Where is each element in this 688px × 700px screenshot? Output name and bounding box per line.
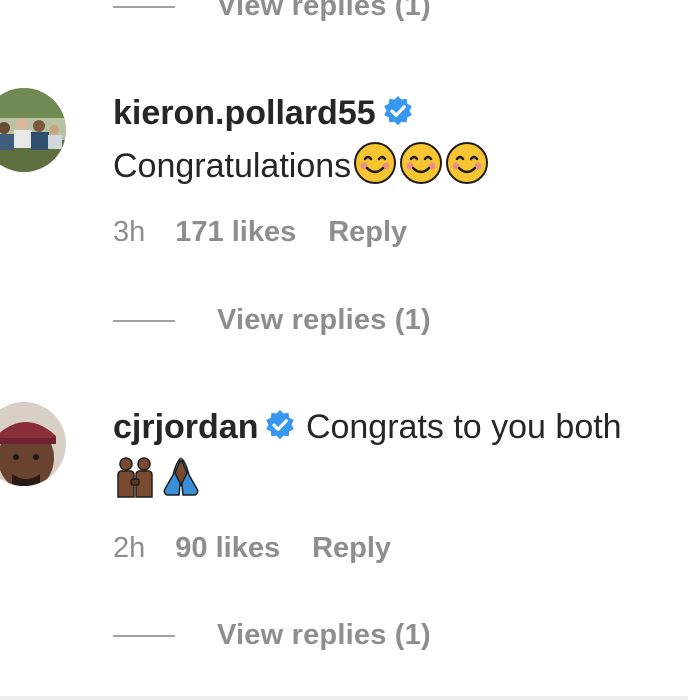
avatar-photo	[0, 402, 66, 486]
comment-username[interactable]: kieron.pollard55	[113, 94, 376, 132]
smiling-face-emoji-icon	[353, 141, 397, 199]
comment-timestamp[interactable]: 3h	[113, 216, 145, 249]
smiling-face-emoji-icon	[399, 141, 443, 199]
avatar[interactable]	[0, 402, 66, 486]
comment-username[interactable]: cjrjordan	[113, 408, 258, 446]
folded-hands-emoji-icon	[159, 455, 203, 513]
avatar[interactable]	[0, 88, 66, 172]
view-replies-toggle[interactable]: View replies (1)	[113, 619, 431, 652]
people-holding-hands-emoji-icon	[113, 455, 157, 513]
view-replies-label[interactable]: View replies (1)	[217, 304, 431, 337]
avatar-photo	[0, 88, 66, 172]
divider-line	[113, 634, 175, 637]
view-replies-toggle[interactable]: View replies (1)	[113, 0, 431, 23]
view-replies-toggle[interactable]: View replies (1)	[113, 304, 431, 337]
reply-button[interactable]: Reply	[312, 532, 391, 565]
verified-badge-icon	[264, 405, 296, 455]
view-replies-label[interactable]: View replies (1)	[217, 0, 431, 23]
comment-timestamp[interactable]: 2h	[113, 532, 145, 565]
comment-likes[interactable]: 171 likes	[175, 216, 296, 249]
smiling-face-emoji-icon	[445, 141, 489, 199]
comment-meta: 3h 171 likes Reply	[113, 216, 407, 249]
reply-button[interactable]: Reply	[328, 216, 407, 249]
comment-meta: 2h 90 likes Reply	[113, 532, 391, 565]
divider-line	[113, 319, 175, 322]
comment-body: cjrjordan Congrats to you both	[113, 402, 673, 513]
divider	[0, 696, 688, 700]
comment-likes[interactable]: 90 likes	[175, 532, 280, 565]
comment-body: kieron.pollard55 Congratulations	[113, 88, 673, 199]
verified-badge-icon	[382, 91, 414, 141]
view-replies-label[interactable]: View replies (1)	[217, 619, 431, 652]
comment-text: Congrats to you both	[305, 408, 622, 446]
comment-text: Congratulations	[113, 147, 352, 185]
divider-line	[113, 5, 175, 8]
